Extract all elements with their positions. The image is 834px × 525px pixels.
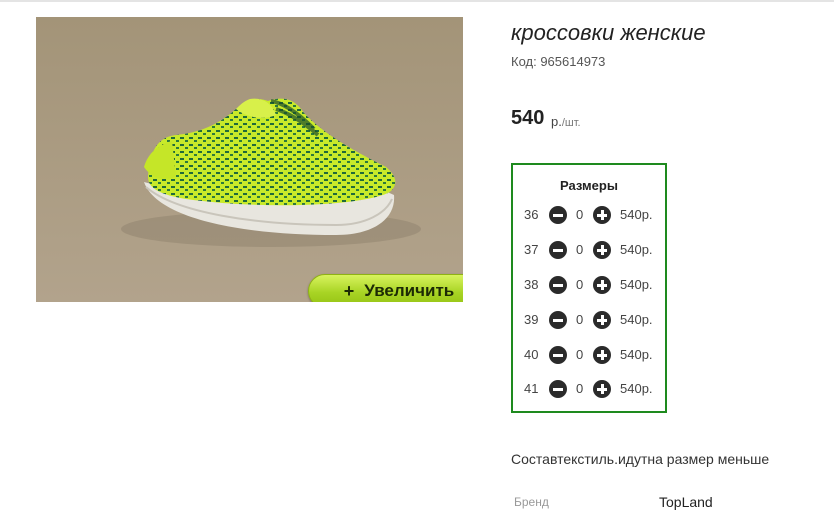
size-number: 37 bbox=[524, 242, 539, 257]
minus-icon[interactable] bbox=[549, 276, 567, 294]
plus-icon[interactable] bbox=[593, 206, 611, 224]
size-row: 38 0 540р. bbox=[513, 275, 665, 295]
size-price: 540р. bbox=[620, 242, 653, 257]
minus-icon[interactable] bbox=[549, 206, 567, 224]
size-row: 37 0 540р. bbox=[513, 240, 665, 260]
size-price: 540р. bbox=[620, 277, 653, 292]
plus-icon[interactable] bbox=[593, 241, 611, 259]
size-quantity: 0 bbox=[576, 277, 584, 292]
size-price: 540р. bbox=[620, 312, 653, 327]
size-price: 540р. bbox=[620, 347, 653, 362]
size-quantity: 0 bbox=[576, 207, 584, 222]
product-description: Составтекстиль.идутна размер меньше bbox=[511, 451, 770, 467]
plus-icon[interactable] bbox=[593, 311, 611, 329]
zoom-button[interactable]: + Увеличить bbox=[308, 274, 463, 302]
sizes-title: Размеры bbox=[560, 178, 618, 193]
size-price: 540р. bbox=[620, 207, 653, 222]
size-quantity: 0 bbox=[576, 347, 584, 362]
minus-icon[interactable] bbox=[549, 380, 567, 398]
size-price: 540р. bbox=[620, 381, 653, 396]
price-per-unit: /шт. bbox=[561, 117, 581, 129]
size-number: 40 bbox=[524, 347, 539, 362]
sneaker-image bbox=[36, 17, 463, 302]
size-row: 41 0 540р. bbox=[513, 379, 665, 399]
product-code: Код: 965614973 bbox=[511, 54, 606, 69]
sizes-panel: Размеры 36 0 540р. 37 0 540р. 38 0 540р.… bbox=[511, 163, 667, 413]
price-unit: р./шт. bbox=[551, 114, 581, 129]
minus-icon[interactable] bbox=[549, 311, 567, 329]
size-number: 41 bbox=[524, 381, 539, 396]
size-quantity: 0 bbox=[576, 312, 584, 327]
minus-icon[interactable] bbox=[549, 346, 567, 364]
product-price: 540 bbox=[511, 107, 545, 129]
price-currency: р. bbox=[551, 114, 562, 129]
zoom-button-label: Увеличить bbox=[364, 281, 455, 300]
plus-icon: + bbox=[343, 280, 355, 301]
size-number: 39 bbox=[524, 312, 539, 327]
product-title: кроссовки женские bbox=[511, 20, 706, 45]
size-number: 38 bbox=[524, 277, 539, 292]
size-row: 36 0 540р. bbox=[513, 205, 665, 225]
plus-icon[interactable] bbox=[593, 380, 611, 398]
top-divider bbox=[0, 0, 834, 2]
size-quantity: 0 bbox=[576, 381, 584, 396]
minus-icon[interactable] bbox=[549, 241, 567, 259]
plus-icon[interactable] bbox=[593, 346, 611, 364]
brand-value: TopLand bbox=[659, 494, 713, 510]
size-quantity: 0 bbox=[576, 242, 584, 257]
product-photo[interactable]: + Увеличить bbox=[36, 17, 463, 302]
size-number: 36 bbox=[524, 207, 539, 222]
plus-icon[interactable] bbox=[593, 276, 611, 294]
brand-label: Бренд bbox=[514, 495, 549, 509]
size-row: 39 0 540р. bbox=[513, 310, 665, 330]
size-row: 40 0 540р. bbox=[513, 345, 665, 365]
